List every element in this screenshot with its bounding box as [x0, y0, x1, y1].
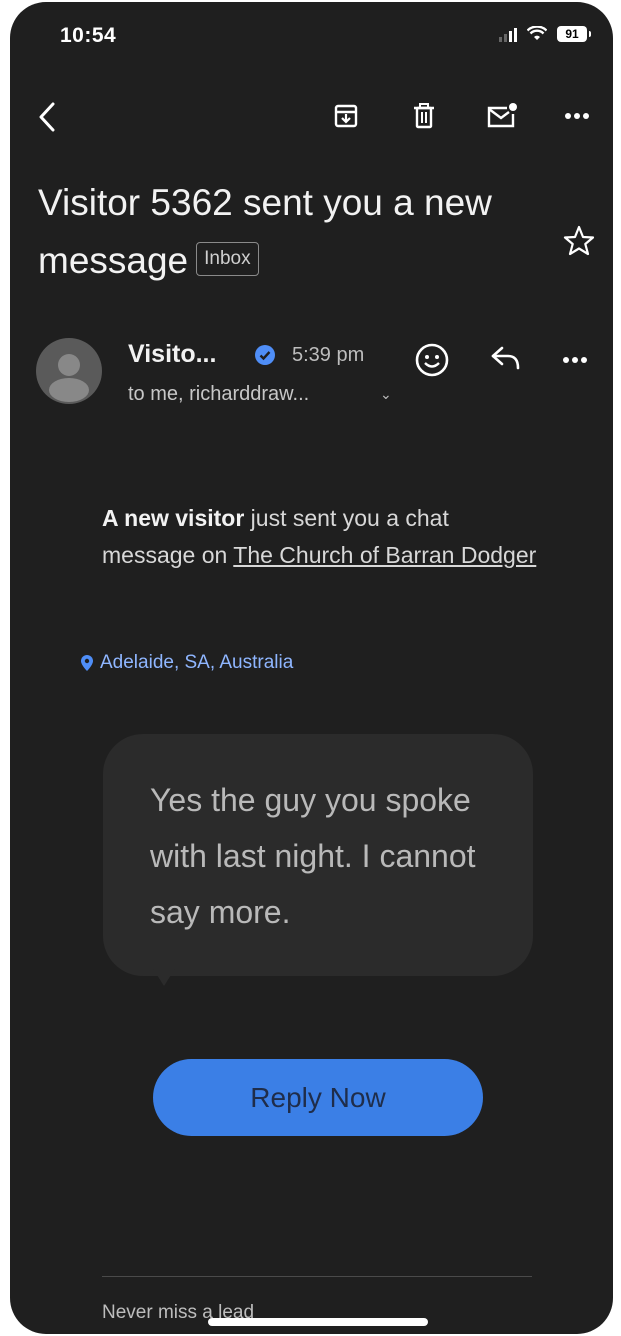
- trash-icon: [414, 103, 434, 129]
- back-icon: [39, 102, 55, 132]
- delete-button[interactable]: [406, 98, 442, 134]
- location-text: Adelaide, SA, Australia: [100, 652, 294, 673]
- inbox-label[interactable]: Inbox: [196, 242, 259, 277]
- location-pin-icon: [81, 655, 93, 671]
- archive-icon: [334, 104, 358, 128]
- intro-text: A new visitor just sent you a chat messa…: [102, 500, 542, 574]
- home-indicator: [208, 1318, 428, 1326]
- recipients[interactable]: to me, richarddraw...: [128, 383, 309, 406]
- email-toolbar: [10, 92, 613, 142]
- avatar-icon: [49, 354, 89, 402]
- more-icon: [563, 357, 587, 363]
- chevron-down-icon[interactable]: ⌄: [380, 386, 392, 403]
- bubble-tail: [150, 964, 178, 986]
- more-options-button[interactable]: [562, 98, 592, 134]
- reply-now-button[interactable]: Reply Now: [153, 1059, 483, 1136]
- more-icon: [565, 113, 589, 119]
- message-text: Yes the guy you spoke with last night. I…: [150, 782, 476, 930]
- mark-unread-icon: [487, 103, 517, 128]
- status-icons: 91: [499, 26, 591, 42]
- sender-name[interactable]: Visito...: [128, 340, 216, 369]
- divider: [102, 1276, 532, 1277]
- mark-unread-button[interactable]: [482, 98, 522, 134]
- star-icon: [563, 225, 595, 256]
- status-bar: 10:54 91: [10, 24, 613, 54]
- email-subject: Visitor 5362 sent you a new message Inbox: [38, 174, 548, 290]
- sent-time: 5:39 pm: [292, 344, 365, 366]
- sender-avatar[interactable]: [36, 338, 102, 404]
- wifi-icon: [527, 26, 547, 40]
- intro-bold: A new visitor: [102, 505, 245, 531]
- subject-title: Visitor 5362 sent you a new message: [38, 182, 492, 281]
- verified-icon: [255, 345, 275, 365]
- reply-button[interactable]: [488, 342, 528, 378]
- site-link[interactable]: The Church of Barran Dodger: [233, 542, 536, 568]
- star-button[interactable]: [562, 224, 596, 258]
- email-screen: 10:54 91 Visitor 5362 sent you a new mes…: [10, 2, 613, 1334]
- emoji-icon: [415, 343, 449, 377]
- sender-more-button[interactable]: [562, 342, 592, 378]
- emoji-react-button[interactable]: [414, 342, 450, 378]
- archive-button[interactable]: [328, 98, 364, 134]
- back-button[interactable]: [32, 92, 62, 142]
- location: Adelaide, SA, Australia: [80, 652, 293, 674]
- signal-icon: [499, 26, 517, 42]
- reply-icon: [491, 346, 520, 370]
- status-time: 10:54: [60, 24, 117, 47]
- battery-icon: 91: [557, 26, 591, 42]
